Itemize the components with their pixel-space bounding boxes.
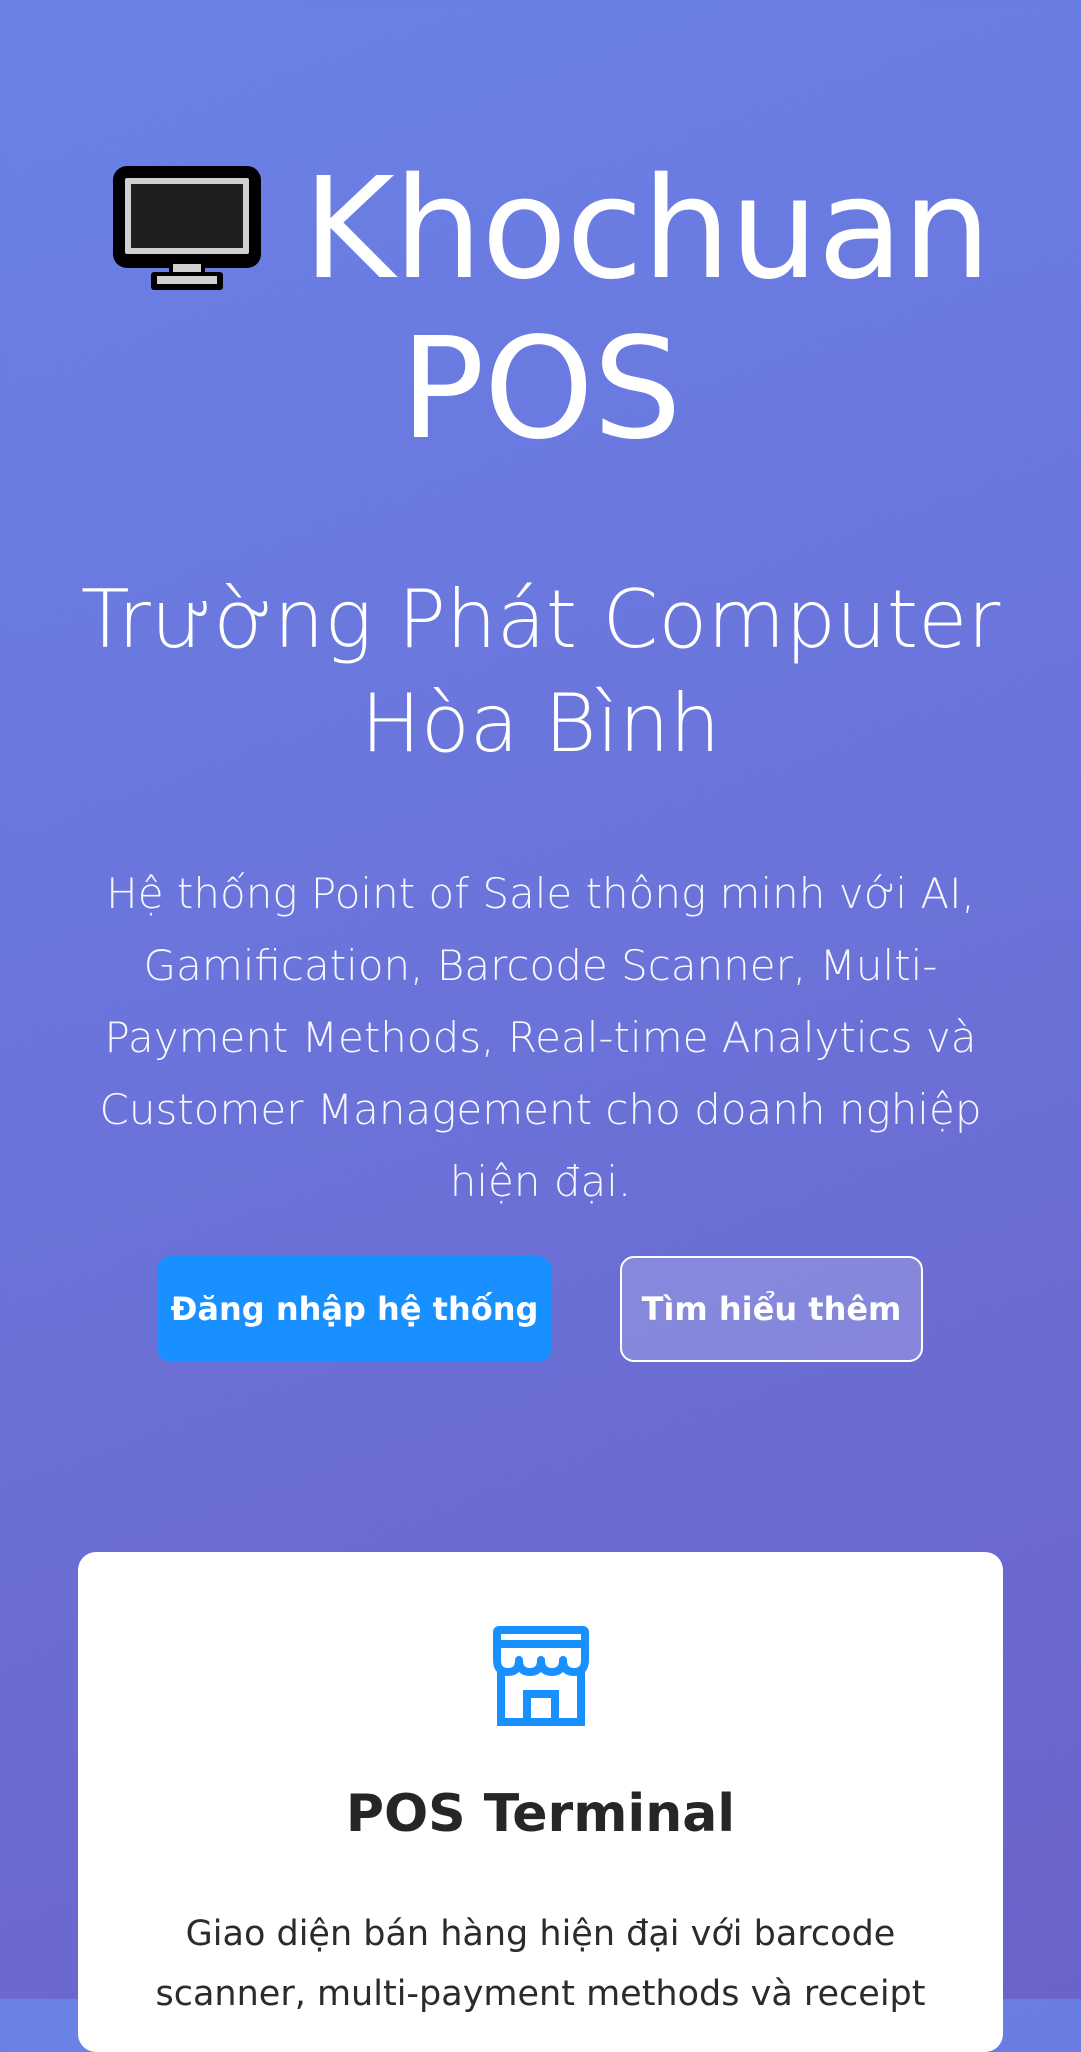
- login-button[interactable]: Đăng nhập hệ thống: [157, 1256, 552, 1362]
- learn-more-button[interactable]: Tìm hiểu thêm: [620, 1256, 923, 1362]
- feature-card-pos-terminal[interactable]: POS Terminal Giao diện bán hàng hiện đại…: [78, 1552, 1003, 2052]
- hero-description: Hệ thống Point of Sale thông minh với AI…: [99, 869, 982, 1206]
- company-name-line-1: Trường Phát Computer: [80, 573, 1001, 666]
- desktop-monitor-icon: [111, 164, 263, 292]
- company-name: Trường Phát Computer Hòa Bình: [0, 568, 1081, 776]
- feature-card-title: POS Terminal: [345, 1784, 736, 1844]
- company-name-line-2: Hòa Bình: [360, 677, 721, 770]
- brand-title-line-2: POS: [400, 308, 682, 471]
- brand-title: Khochuan POS: [0, 150, 1081, 470]
- feature-card-description: Giao diện bán hàng hiện đại với barcode …: [155, 1914, 926, 2014]
- brand-title-line-1: Khochuan: [10, 150, 1081, 310]
- brand-name: Khochuan: [302, 148, 991, 311]
- shop-icon: [489, 1624, 593, 1728]
